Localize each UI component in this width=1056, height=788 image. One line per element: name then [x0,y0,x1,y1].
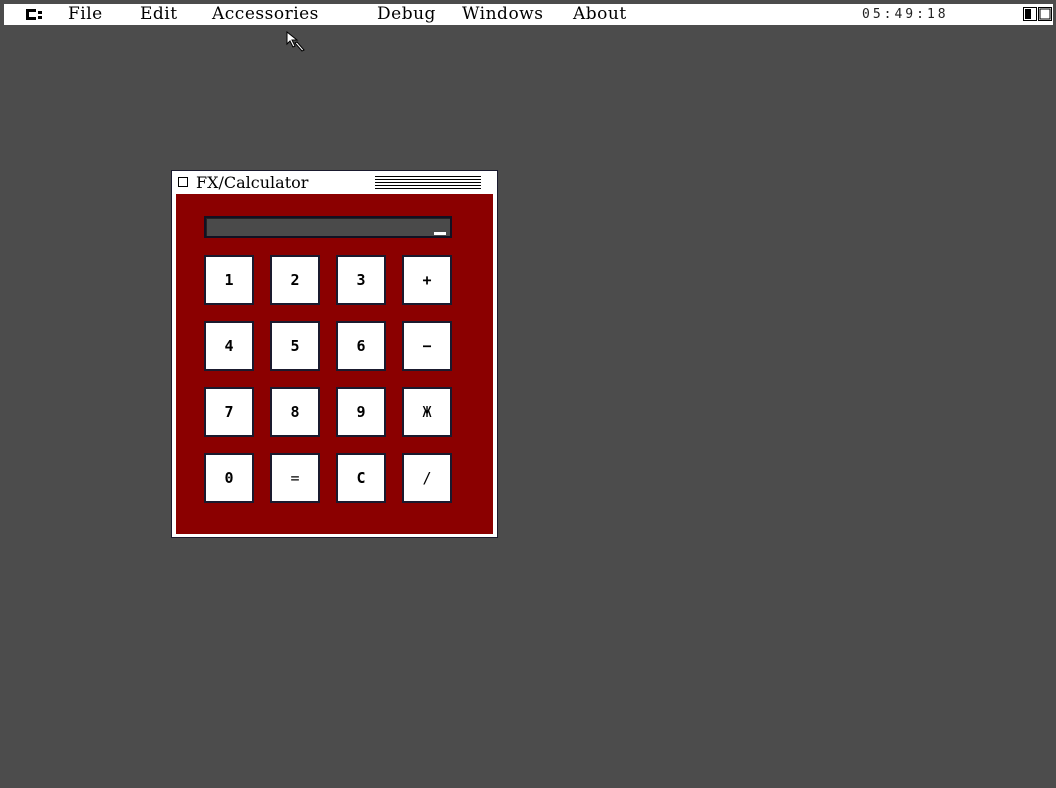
key-label: 1 [224,271,234,289]
key-label: 7 [224,403,234,421]
key-label: / [422,469,432,487]
key-5[interactable]: 5 [270,321,320,371]
menu-windows[interactable]: Windows [462,5,543,24]
key-1[interactable]: 1 [204,255,254,305]
titlebar-drag-stripes[interactable] [375,176,481,189]
menu-bar: File Edit Accessories Debug Windows Abou… [4,4,1053,25]
atari-logo-icon[interactable] [22,6,46,23]
key-6[interactable]: 6 [336,321,386,371]
key-clear[interactable]: C [336,453,386,503]
key-label: Ж [422,403,432,421]
key-divide[interactable]: / [402,453,452,503]
menu-accessories[interactable]: Accessories [212,5,319,24]
key-2[interactable]: 2 [270,255,320,305]
window-titlebar[interactable]: FX/Calculator [172,171,497,194]
window-toggle-icon[interactable] [1023,7,1053,21]
text-caret [434,232,446,235]
key-multiply[interactable]: Ж [402,387,452,437]
key-label: = [290,469,300,487]
key-label: 8 [290,403,300,421]
window-title: FX/Calculator [196,173,309,192]
key-8[interactable]: 8 [270,387,320,437]
key-0[interactable]: 0 [204,453,254,503]
close-box-icon[interactable] [178,177,188,187]
key-label: C [356,469,366,487]
key-3[interactable]: 3 [336,255,386,305]
key-label: − [422,337,432,355]
desktop[interactable]: File Edit Accessories Debug Windows Abou… [0,0,1056,788]
key-9[interactable]: 9 [336,387,386,437]
key-label: 0 [224,469,234,487]
key-label: 3 [356,271,366,289]
key-label: + [422,271,432,289]
key-label: 5 [290,337,300,355]
key-minus[interactable]: − [402,321,452,371]
key-label: 9 [356,403,366,421]
key-label: 2 [290,271,300,289]
menu-clock: 05:49:18 [862,7,949,22]
key-4[interactable]: 4 [204,321,254,371]
key-label: 4 [224,337,234,355]
menu-about[interactable]: About [573,5,627,24]
arrow-pointer-icon [286,31,305,52]
key-equals[interactable]: = [270,453,320,503]
key-7[interactable]: 7 [204,387,254,437]
calculator-body: 1 2 3 + 4 5 6 − 7 8 9 Ж 0 = C / [176,194,493,534]
key-label: 6 [356,337,366,355]
menu-file[interactable]: File [68,5,103,24]
menu-edit[interactable]: Edit [140,5,178,24]
calculator-display [204,216,452,238]
key-plus[interactable]: + [402,255,452,305]
menu-debug[interactable]: Debug [377,5,436,24]
calculator-window[interactable]: FX/Calculator 1 2 3 + 4 5 6 − 7 8 9 Ж 0 … [171,170,498,538]
